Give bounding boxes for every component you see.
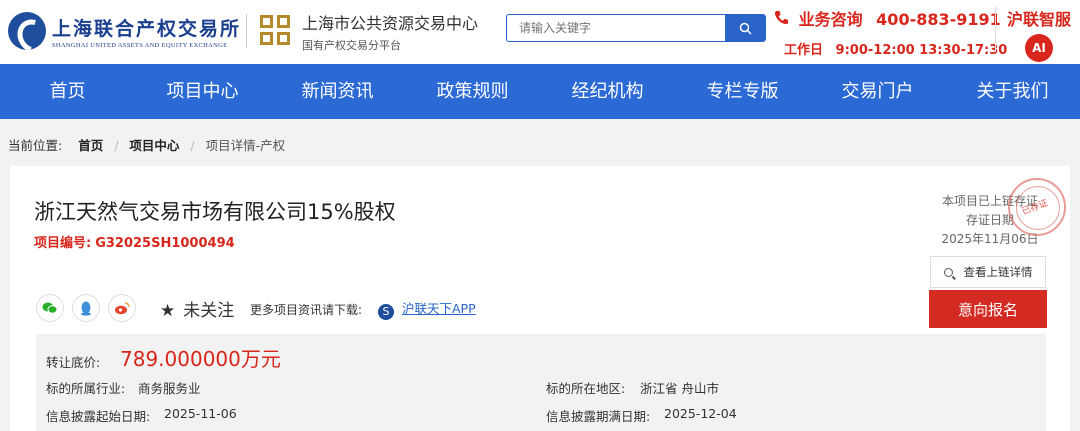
breadcrumb: 当前位置: 首页 / 项目中心 / 项目详情-产权 — [8, 135, 285, 154]
breadcrumb-projects[interactable]: 项目中心 — [129, 138, 179, 153]
app-download-link[interactable]: S 沪联天下APP — [378, 298, 476, 320]
start-date-label: 信息披露起始日期: — [46, 409, 151, 424]
nav-item-projects[interactable]: 项目中心 — [135, 64, 270, 119]
public-resource-logo-icon — [260, 14, 294, 49]
project-code: 项目编号: G32025SH1000494 — [34, 232, 235, 251]
project-title: 浙江天然气交易市场有限公司15%股权 — [34, 200, 396, 224]
contact-info: 业务咨询 400-883-9191 工作日 9:00-12:00 13:30-1… — [774, 6, 1007, 58]
sueae-logo-icon — [8, 12, 46, 50]
search-box — [506, 14, 766, 42]
public-resource-logo[interactable]: 上海市公共资源交易中心 国有产权交易分平台 — [260, 10, 478, 53]
nav-item-brokers[interactable]: 经纪机构 — [540, 64, 675, 119]
region-label: 标的所在地区: — [546, 381, 626, 396]
breadcrumb-home[interactable]: 首页 — [78, 138, 103, 153]
follow-button[interactable]: ★ 未关注 — [160, 296, 234, 321]
price-label: 转让底价: — [46, 355, 101, 370]
project-code-label: 项目编号: — [34, 236, 92, 251]
header-divider — [995, 6, 996, 52]
share-icons — [36, 294, 144, 322]
nav-item-news[interactable]: 新闻资讯 — [270, 64, 405, 119]
logo1-english-name: SHANGHAI UNITED ASSETS AND EQUITY EXCHAN… — [52, 41, 228, 49]
ai-service-title: 沪联智服 — [1006, 10, 1071, 29]
main-nav: 首页 项目中心 新闻资讯 政策规则 经纪机构 专栏专版 交易门户 关于我们 — [0, 64, 1080, 119]
star-icon: ★ — [160, 301, 176, 321]
chain-btn-label: 查看上链详情 — [963, 265, 1033, 279]
breadcrumb-label: 当前位置: — [8, 138, 63, 153]
apply-button[interactable]: 意向报名 — [929, 290, 1047, 328]
region-value: 浙江省 舟山市 — [640, 381, 719, 396]
header-divider — [246, 14, 247, 48]
certified-seal: 已存证 — [1008, 178, 1066, 236]
ai-service[interactable]: 沪联智服 AI — [1002, 6, 1076, 62]
search-input[interactable] — [507, 15, 727, 41]
industry-label: 标的所属行业: — [46, 381, 126, 396]
nav-item-policy[interactable]: 政策规则 — [405, 64, 540, 119]
follow-label: 未关注 — [183, 301, 235, 321]
wechat-icon[interactable] — [36, 294, 64, 322]
breadcrumb-separator: / — [190, 138, 195, 153]
project-info-panel: 转让底价: 789.000000万元 标的所属行业: 商务服务业 标的所在地区:… — [36, 334, 1046, 431]
work-hours: 9:00-12:00 13:30-17:30 — [835, 43, 1008, 58]
logo2-name: 上海市公共资源交易中心 — [302, 14, 479, 33]
sueae-logo[interactable]: 上海联合产权交易所 SHANGHAI UNITED ASSETS AND EQU… — [8, 12, 241, 50]
breadcrumb-separator: / — [114, 138, 119, 153]
search-icon — [739, 22, 752, 35]
breadcrumb-current: 项目详情-产权 — [205, 138, 286, 153]
price-value: 789.000000万元 — [120, 347, 281, 371]
app-logo-icon: S — [378, 304, 394, 320]
phone-icon — [774, 10, 789, 29]
logo2-subtitle: 国有产权交易分平台 — [302, 39, 401, 52]
project-card: 浙江天然气交易市场有限公司15%股权 项目编号: G32025SH1000494 … — [10, 166, 1070, 431]
nav-item-home[interactable]: 首页 — [0, 64, 135, 119]
nav-item-portal[interactable]: 交易门户 — [810, 64, 945, 119]
weibo-icon[interactable] — [108, 294, 136, 322]
end-date-label: 信息披露期满日期: — [546, 409, 651, 424]
logo1-name: 上海联合产权交易所 — [52, 17, 242, 40]
nav-item-about[interactable]: 关于我们 — [945, 64, 1080, 119]
ai-icon: AI — [1025, 34, 1053, 62]
contact-label: 业务咨询 — [798, 10, 863, 29]
search-icon — [943, 267, 953, 277]
site-header: 上海联合产权交易所 SHANGHAI UNITED ASSETS AND EQU… — [0, 0, 1080, 64]
nav-item-columns[interactable]: 专栏专版 — [675, 64, 810, 119]
view-chain-details-button[interactable]: 查看上链详情 — [930, 256, 1046, 288]
search-button[interactable] — [725, 15, 765, 41]
contact-phone: 400-883-9191 — [876, 10, 1001, 29]
industry-value: 商务服务业 — [138, 381, 201, 396]
seal-text: 已存证 — [1020, 198, 1050, 218]
app-link-label: 沪联天下APP — [402, 301, 476, 316]
qq-icon[interactable] — [72, 294, 100, 322]
end-date-value: 2025-12-04 — [664, 406, 737, 421]
start-date-value: 2025-11-06 — [164, 406, 237, 421]
download-hint: 更多项目资讯请下载: — [250, 303, 363, 317]
project-code-value: G32025SH1000494 — [95, 236, 235, 251]
hours-label: 工作日 — [784, 43, 824, 58]
